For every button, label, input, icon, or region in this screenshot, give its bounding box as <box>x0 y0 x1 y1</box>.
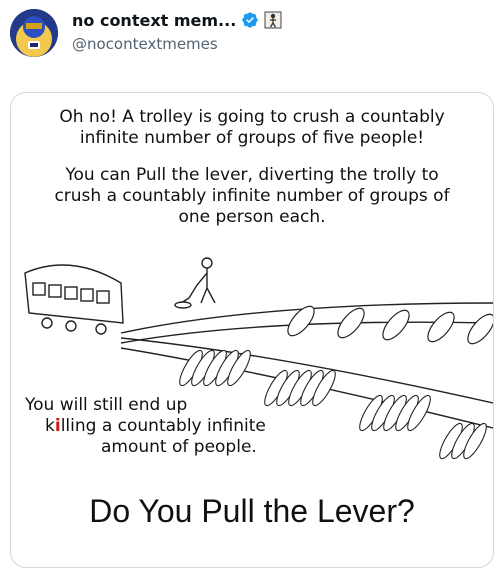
avatar[interactable] <box>10 9 58 57</box>
caption-line-1: You will still end up <box>25 395 188 415</box>
meme-question: Do You Pull the Lever? <box>89 493 415 529</box>
lever-operator <box>174 257 216 309</box>
meme-line-1: Oh no! A trolley is going to crush a cou… <box>59 107 445 148</box>
display-name[interactable]: no context mem... <box>72 11 236 30</box>
caption-line-2: killing a countably infinite <box>25 416 266 437</box>
meme-image-card[interactable]: Oh no! A trolley is going to crush a cou… <box>10 92 494 568</box>
avatar-icon <box>10 9 58 57</box>
meme-line-2: You can Pull the lever, diverting the tr… <box>54 165 450 227</box>
tweet-header: no context mem... @nocontextmemes <box>0 0 504 88</box>
name-row: no context mem... <box>72 9 282 31</box>
caption-line-3: amount of people. <box>101 437 257 457</box>
caption-line-2-end: lling a countably infinite <box>60 416 266 436</box>
meme-caption-still: You will still end up killing a countabl… <box>25 395 266 458</box>
verified-badge-icon <box>242 12 258 28</box>
handle[interactable]: @nocontextmemes <box>72 35 218 53</box>
caption-line-2-start: k <box>45 416 55 436</box>
figure-emoji-icon <box>264 11 282 29</box>
trolley <box>24 264 124 335</box>
